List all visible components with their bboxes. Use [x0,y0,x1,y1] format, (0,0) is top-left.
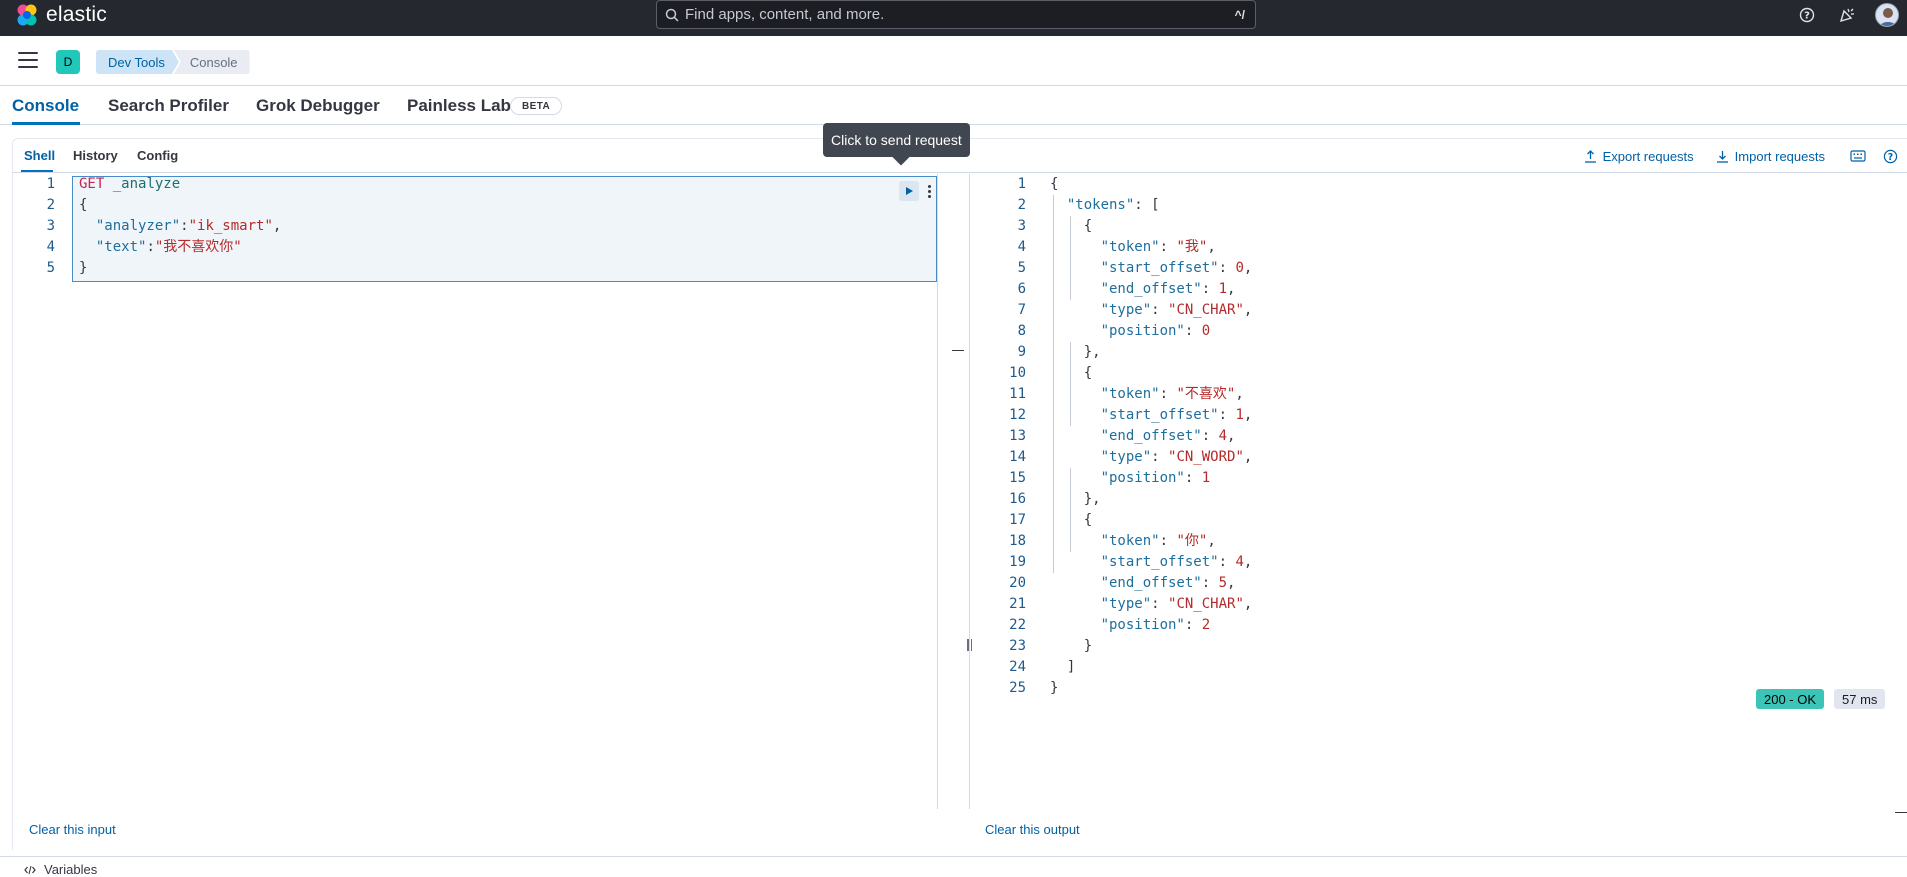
end-offset-value: 1 [1218,281,1228,297]
tab-history[interactable]: History [73,148,118,163]
scroll-marker [952,350,964,351]
text-value: "我不喜欢你" [154,239,242,255]
breadcrumb-dev-tools[interactable]: Dev Tools [96,50,179,74]
text-key: "text" [95,239,147,255]
help-button[interactable]: ? [1787,0,1827,30]
response-line-numbers: 1 2 3 4 5 6 7 8 9 10 11 12 13 14 15 16 17 18 19 20 21 22 23 2… [1009,176,1026,696]
active-tab-indicator [12,122,80,125]
send-request-button[interactable] [899,181,919,201]
tab-painless-lab[interactable]: Painless Lab [407,96,511,116]
request-code[interactable]: GET _analyze { "analyzer":"ik_smart", "t… [79,174,281,279]
start-offset-value: 1 [1235,407,1244,423]
svg-text:?: ? [1887,151,1892,162]
position-value: 0 [1201,323,1211,339]
beta-badge: BETA [510,97,563,115]
tab-config[interactable]: Config [137,148,178,163]
import-requests-label: Import requests [1734,148,1825,164]
request-actions-menu-icon[interactable] [923,181,935,201]
elastic-logo[interactable]: elastic [14,2,107,28]
keyboard-shortcuts-button[interactable] [1847,146,1869,166]
breadcrumb: Dev Tools Console [96,50,250,74]
analyzer-value: "ik_smart" [188,218,273,234]
clear-input-link[interactable]: Clear this input [29,822,116,837]
variables-label: Variables [44,862,98,877]
tab-console[interactable]: Console [12,96,79,116]
play-icon [906,187,913,195]
tab-shell[interactable]: Shell [24,148,55,163]
request-path: _analyze [112,176,181,192]
console-help-button[interactable]: ? [1879,146,1901,166]
type-value: "CN_CHAR" [1168,302,1244,318]
type-value: "CN_CHAR" [1168,596,1244,612]
breadcrumb-console: Console [173,50,250,74]
clear-output-link[interactable]: Clear this output [985,822,1080,837]
analyzer-key: "analyzer" [95,218,181,234]
help-icon: ? [1799,7,1815,23]
import-requests-button[interactable]: Import requests [1716,149,1825,164]
help-icon: ? [1883,149,1897,163]
space-avatar[interactable]: D [56,50,80,74]
tab-grok-debugger[interactable]: Grok Debugger [256,96,380,116]
search-icon [665,8,679,22]
search-input[interactable] [685,6,1205,23]
console-panel: Shell History Config Export requests Imp… [12,138,1907,850]
position-value: 1 [1201,470,1211,486]
user-menu-button[interactable] [1867,0,1907,30]
top-header: elastic ^/ ? [0,0,1907,36]
type-value: "CN_WORD" [1168,449,1244,465]
panel-resize-handle[interactable] [967,639,975,653]
response-code: { "tokens": [ { "token": "我", "start_off… [1050,176,1253,696]
variables-toggle[interactable]: Variables [24,862,97,877]
send-request-tooltip: Click to send request [823,123,970,157]
import-icon [1716,150,1728,163]
svg-text:?: ? [1804,11,1810,22]
news-feed-icon [1839,8,1854,23]
user-avatar [1875,3,1899,27]
scroll-marker [1895,812,1907,813]
hamburger-menu-icon[interactable] [18,52,38,68]
elastic-logo-icon [17,4,37,26]
news-feed-button[interactable] [1827,0,1867,30]
active-subtab-indicator [21,170,53,172]
position-value: 2 [1201,617,1211,633]
brand-name: elastic [46,3,107,26]
request-editor[interactable]: 12345 GET _analyze { "analyzer":"ik_smar… [13,174,938,809]
start-offset-value: 0 [1235,260,1244,276]
tokens-key: "tokens" [1066,197,1135,213]
divider [0,856,1907,857]
token-value: "不喜欢" [1176,386,1236,402]
code-icon [24,865,36,874]
export-requests-button[interactable]: Export requests [1584,149,1694,164]
status-badge: 200 - OK [1756,689,1825,709]
end-offset-value: 4 [1218,428,1228,444]
request-line-numbers: 12345 [46,176,55,276]
tab-search-profiler[interactable]: Search Profiler [108,96,229,116]
export-requests-label: Export requests [1602,148,1694,164]
keyboard-icon [1850,150,1866,162]
global-search[interactable]: ^/ [656,0,1256,29]
end-offset-value: 5 [1218,575,1228,591]
request-method: GET [79,176,105,192]
response-editor: 1 2 3 4 5 6 7 8 9 10 11 12 13 14 15 16 17 18 19 20 21 22 23 2… [969,174,1907,809]
search-shortcut: ^/ [1234,8,1245,22]
dev-tools-tabs: Console Search Profiler Grok Debugger Pa… [0,87,1907,125]
export-icon [1584,149,1596,163]
start-offset-value: 4 [1235,554,1244,570]
token-value: "我" [1176,239,1208,255]
elapsed-time-badge: 57 ms [1834,689,1886,709]
token-value: "你" [1176,533,1208,549]
breadcrumb-bar: D Dev Tools Console [0,36,1907,86]
